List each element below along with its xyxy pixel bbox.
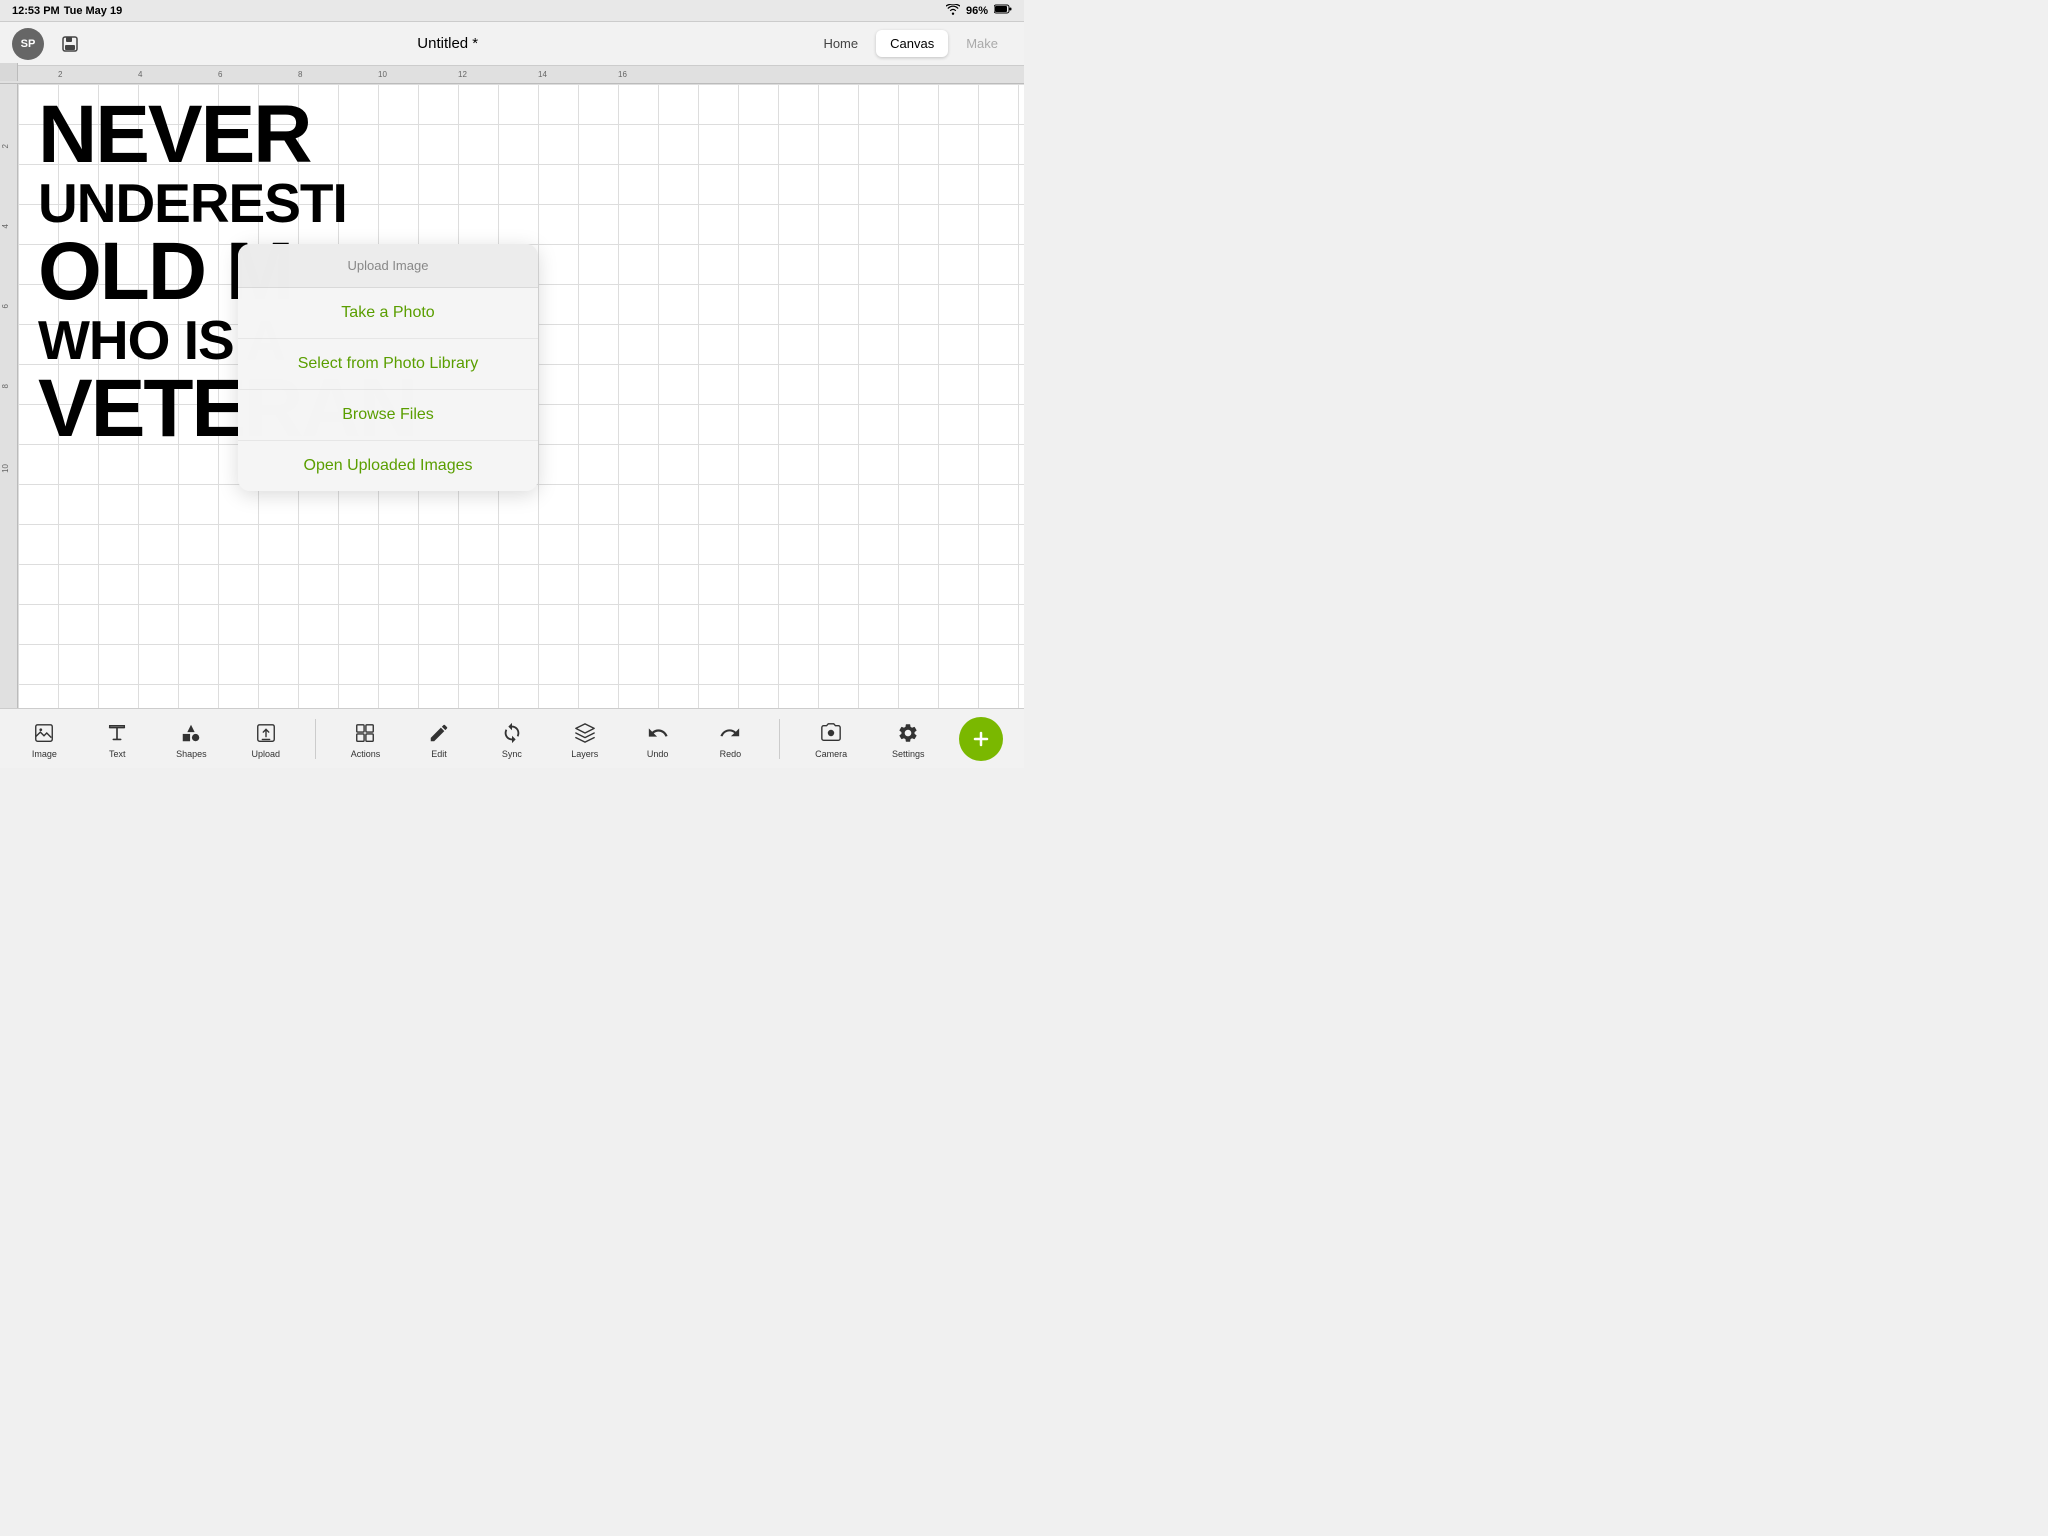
settings-icon [894,719,922,747]
tool-shapes[interactable]: Shapes [166,715,217,763]
tool-settings[interactable]: Settings [882,715,935,763]
bottom-toolbar: Image Text Shapes Upload Actions Edit [0,708,1024,768]
tool-image-label: Image [32,749,57,759]
tool-upload[interactable]: Upload [241,715,290,763]
canvas-bg[interactable]: NEVER UNDERESTI OLD M WHO IS A VETERAN U… [18,84,1024,708]
tool-layers[interactable]: Layers [561,715,609,763]
upload-image-dropdown: Upload Image Take a Photo Select from Ph… [238,244,538,491]
ruler-top: 2 4 6 8 10 12 14 16 [0,66,1024,84]
make-it-button[interactable] [959,717,1003,761]
tool-text-label: Text [109,749,126,759]
battery-icon [994,4,1012,17]
battery-display: 96% [966,5,988,17]
document-title: Untitled * [417,35,478,52]
tab-canvas[interactable]: Canvas [876,30,948,57]
tab-make: Make [952,30,1012,57]
avatar-button[interactable]: SP [12,28,44,60]
canvas-area: 2 4 6 8 10 NEVER UNDERESTI OLD M WHO IS … [0,84,1024,708]
nav-bar: SP Untitled * Home Canvas Make [0,22,1024,66]
tool-sync-label: Sync [502,749,522,759]
layers-icon [571,719,599,747]
browse-files-option[interactable]: Browse Files [238,390,538,441]
tool-shapes-label: Shapes [176,749,207,759]
undo-icon [644,719,672,747]
actions-icon [351,719,379,747]
toolbar-divider [315,719,316,759]
redo-icon [716,719,744,747]
ruler-left: 2 4 6 8 10 [0,84,18,708]
camera-icon [817,719,845,747]
tool-camera[interactable]: Camera [805,715,857,763]
time-display: 12:53 PM [12,5,60,17]
tool-upload-label: Upload [251,749,280,759]
take-photo-option[interactable]: Take a Photo [238,288,538,339]
tool-redo[interactable]: Redo [706,715,754,763]
sync-icon [498,719,526,747]
tool-edit[interactable]: Edit [415,715,463,763]
tool-undo-label: Undo [647,749,669,759]
text-line-1: NEVER [38,94,416,176]
tool-text[interactable]: Text [93,715,141,763]
photo-library-option[interactable]: Select from Photo Library [238,339,538,390]
tab-home[interactable]: Home [809,30,872,57]
text-line-2: UNDERESTI [38,176,416,231]
tool-image[interactable]: Image [20,715,68,763]
tool-sync[interactable]: Sync [488,715,536,763]
tool-camera-label: Camera [815,749,847,759]
text-icon [103,719,131,747]
edit-icon [425,719,453,747]
tool-undo[interactable]: Undo [634,715,682,763]
tool-layers-label: Layers [571,749,598,759]
open-uploaded-option[interactable]: Open Uploaded Images [238,441,538,491]
wifi-icon [946,4,960,18]
tool-actions[interactable]: Actions [341,715,391,763]
tool-actions-label: Actions [351,749,381,759]
upload-icon [252,719,280,747]
date-display: Tue May 19 [64,5,123,17]
status-bar: 12:53 PM Tue May 19 96% [0,0,1024,22]
tool-redo-label: Redo [720,749,742,759]
tool-settings-label: Settings [892,749,925,759]
save-button[interactable] [54,28,86,60]
shapes-icon [177,719,205,747]
image-icon [30,719,58,747]
dropdown-header: Upload Image [238,244,538,288]
tool-edit-label: Edit [431,749,447,759]
toolbar-divider-2 [779,719,780,759]
